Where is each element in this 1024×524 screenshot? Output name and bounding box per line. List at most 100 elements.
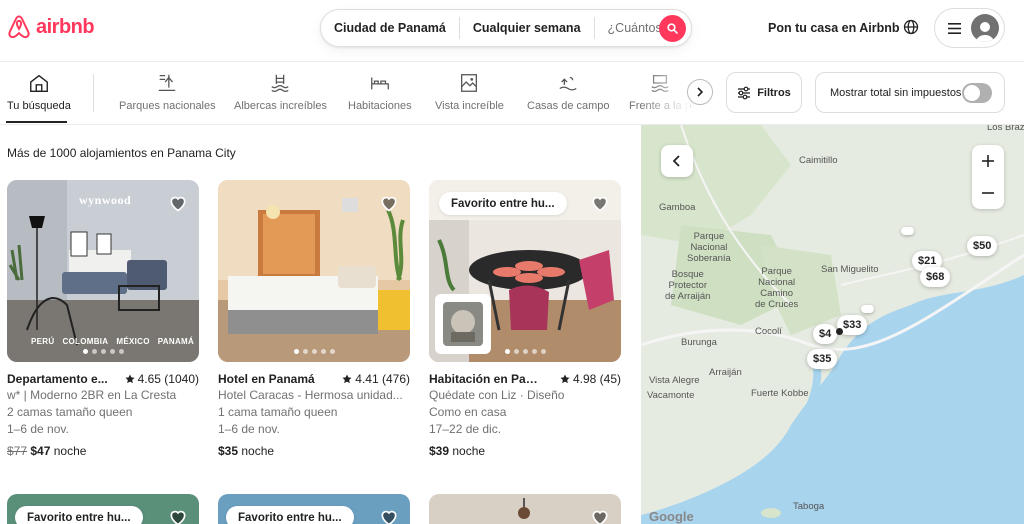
map-price-pin[interactable]: $4 [813,324,838,344]
filters-icon [738,86,751,99]
heart-icon[interactable] [590,193,610,213]
map-label: Taboga [793,501,825,512]
dot [540,349,546,354]
heart-icon[interactable] [168,507,188,524]
view-icon [461,74,478,92]
dot [531,349,537,354]
search-location[interactable]: Ciudad de Panamá [321,21,459,35]
category-casas-de-campo[interactable]: Casas de campo [527,72,610,112]
airbnb-logo[interactable]: airbnb [6,14,95,40]
map-collapse-button[interactable] [661,145,693,177]
filters-button[interactable]: Filtros [726,72,802,113]
listing-card[interactable]: Favorito entre hu... Habitación en Pana.… [429,180,621,458]
listing-photo-partial[interactable]: Favorito entre hu... [218,494,410,524]
zoom-out-icon[interactable] [981,186,995,200]
price-current: $47 [30,444,51,458]
host-thumbnail-image [443,302,483,346]
listing-beds: Como en casa [429,405,507,419]
countryside-icon [559,76,577,91]
map-price-pin[interactable]: $35 [807,349,838,369]
category-habitaciones[interactable]: Habitaciones [348,72,412,112]
listing-photo-partial[interactable] [429,494,621,524]
category-vista-increible[interactable]: Vista increíble [435,72,504,112]
listing-price: $39 noche [429,444,621,458]
category-label: Casas de campo [527,100,610,112]
map-label: Gamboa [659,202,696,213]
dot [100,349,106,354]
map-label: Cocolí [755,326,782,337]
toggle-knob [964,84,980,101]
price-original: $77 [7,444,28,458]
listing-card[interactable]: Hotel en Panamá 4.41 (476) Hotel Caracas… [218,180,410,458]
map-price-pin[interactable]: $50 [967,236,998,256]
photo-dots [7,349,199,354]
category-tu-busqueda[interactable]: Tu búsqueda [7,72,71,112]
price-unit: noche [241,444,275,458]
dot [311,349,317,354]
map-label: Arraiján [709,367,742,378]
heart-icon[interactable] [379,507,399,524]
category-next-button[interactable] [687,79,713,105]
pool-icon [271,74,290,93]
listing-card[interactable]: wynwood PERÚ COLOMBIA MÉXICO PANAMÁ Depa… [7,180,199,458]
map-label: San Miguelito [821,264,879,275]
logo-text: airbnb [36,15,95,38]
google-attribution: Google [649,509,694,524]
search-dates[interactable]: Cualquier semana [460,21,594,35]
dot [513,349,519,354]
ceiling-fan-image [518,498,530,519]
dot [118,349,124,354]
listing-subtitle: w* | Moderno 2BR en La Cresta [7,388,177,402]
map-label: Fuerte Kobbe [751,388,809,399]
price-unit: noche [452,444,486,458]
listing-photo[interactable]: Favorito entre hu... [429,180,621,362]
listing-photo-partial[interactable]: Favorito entre hu... [7,494,199,524]
category-fade [640,62,690,124]
listing-dates: 17–22 de dic. [429,422,502,436]
dot [91,349,97,354]
heart-icon[interactable] [379,193,399,213]
category-label: Parques nacionales [119,100,216,112]
listing-subtitle: Quédate con Liz · Diseño [429,388,565,402]
map-mini-pin[interactable] [861,305,874,313]
category-bar: Tu búsqueda Parques nacionales Albercas … [0,62,1024,125]
globe-icon[interactable] [903,19,919,35]
listing-photo[interactable] [218,180,410,362]
heart-icon[interactable] [168,193,188,213]
map-mini-pin[interactable] [901,227,914,235]
taxes-label: Mostrar total sin impuestos [830,86,962,99]
category-separator [93,74,94,112]
dot [293,349,299,354]
active-category-underline [6,121,67,123]
avatar [971,14,999,42]
filters-label: Filtros [757,86,791,99]
dot [522,349,528,354]
category-parques-nacionales[interactable]: Parques nacionales [119,72,216,112]
dot [109,349,115,354]
price-current: $35 [218,444,239,458]
listing-subtitle: Hotel Caracas - Hermosa unidad... [218,388,403,402]
category-albercas[interactable]: Albercas increíbles [234,72,327,112]
user-menu-button[interactable] [934,8,1005,48]
map-price-pin[interactable]: $68 [920,267,951,287]
guest-favorite-badge: Favorito entre hu... [439,192,567,215]
listing-title: Habitación en Pana... [429,372,541,386]
search-button[interactable] [659,15,686,42]
caption-word: PERÚ [31,337,55,346]
map-label: Bosque Protector de Arraiján [665,269,711,302]
map-panel[interactable]: Los Braz Caimitillo Gamboa Parque Nacion… [641,125,1024,524]
heart-icon[interactable] [590,507,610,524]
star-icon [125,374,135,384]
taxes-toggle-container[interactable]: Mostrar total sin impuestos [815,72,1005,113]
listing-rating: 4.98 (45) [560,372,621,386]
map-label: Vista Alegre [649,375,700,386]
become-host-link[interactable]: Pon tu casa en Airbnb [768,21,900,35]
dot [504,349,510,354]
taxes-toggle[interactable] [962,82,992,103]
listing-title: Departamento e... [7,372,108,386]
guest-favorite-badge: Favorito entre hu... [15,506,143,524]
caption-word: PANAMÁ [157,337,195,346]
search-bar[interactable]: Ciudad de Panamá Cualquier semana ¿Cuánt… [320,9,692,47]
zoom-in-icon[interactable] [981,154,995,168]
listing-photo[interactable]: wynwood PERÚ COLOMBIA MÉXICO PANAMÁ [7,180,199,362]
